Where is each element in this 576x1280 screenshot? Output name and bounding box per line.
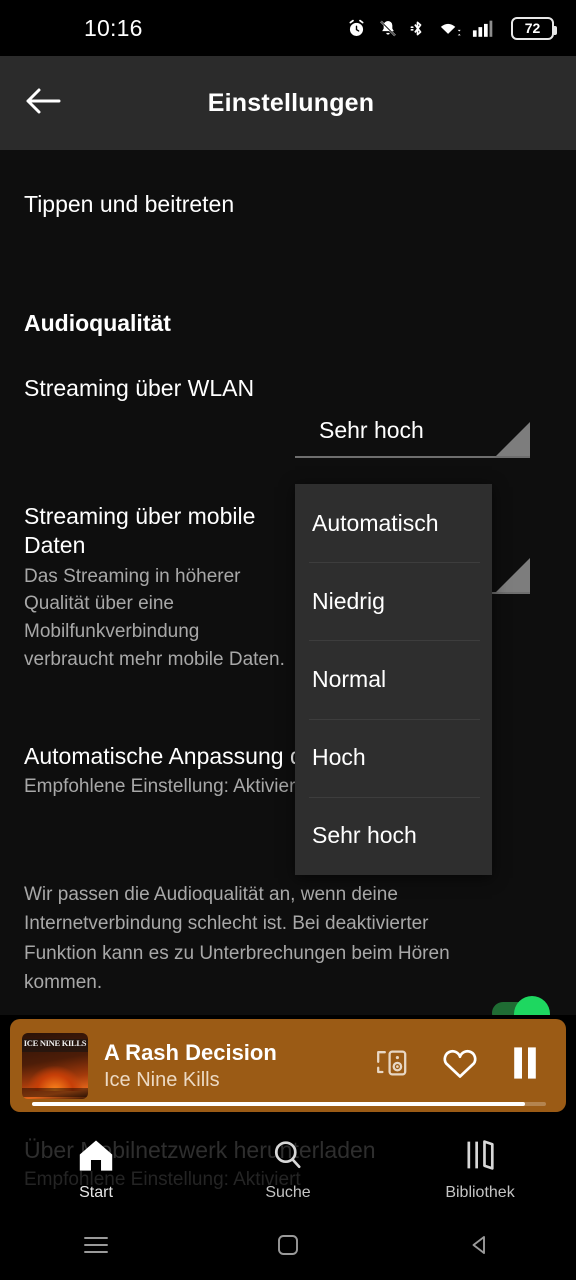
album-art-footer (22, 1087, 88, 1097)
now-playing-bar[interactable]: ICE NINE KILLS A Rash Decision Ice Nine … (10, 1019, 566, 1112)
alarm-icon (346, 18, 367, 39)
pause-icon[interactable] (510, 1045, 540, 1086)
dropdown-option-sehr-hoch[interactable]: Sehr hoch (295, 796, 492, 875)
setting-row-tap-and-join[interactable]: Tippen und beitreten (24, 190, 444, 219)
tab-label: Suche (265, 1184, 311, 1201)
dropdown-option-label: Niedrig (312, 587, 385, 614)
auto-adjust-explanation-text: Wir passen die Audioqualität an, wenn de… (24, 884, 450, 994)
app-bar: Einstellungen (0, 56, 576, 150)
tab-start[interactable]: Start (0, 1138, 192, 1202)
battery-level-text: 72 (524, 20, 541, 36)
tab-label: Bibliothek (445, 1184, 515, 1201)
back-button-system[interactable] (384, 1233, 576, 1262)
tab-label: Start (79, 1184, 113, 1201)
bottom-tab-bar: Start Suche Bibliothek (0, 1125, 576, 1215)
wifi-quality-spinner[interactable]: Sehr hoch (295, 396, 530, 458)
back-triangle-icon (468, 1233, 492, 1262)
heart-icon[interactable] (440, 1045, 480, 1086)
setting-title: Streaming über mobile Daten (24, 503, 256, 559)
connect-device-icon[interactable] (374, 1045, 410, 1086)
auto-adjust-quality-toggle[interactable] (492, 996, 558, 1015)
progress-fill (32, 1102, 526, 1106)
library-icon (461, 1138, 499, 1177)
dropdown-option-normal[interactable]: Normal (295, 640, 492, 718)
home-icon (77, 1138, 115, 1177)
dropdown-option-niedrig[interactable]: Niedrig (295, 562, 492, 640)
setting-description: Das Streaming in höherer Qualität über e… (24, 565, 285, 670)
status-clock: 10:16 (84, 14, 143, 41)
tab-bibliothek[interactable]: Bibliothek (384, 1138, 576, 1202)
back-button[interactable] (0, 56, 86, 150)
dropdown-option-label: Normal (312, 665, 387, 692)
now-playing-progress-bar[interactable] (32, 1102, 546, 1106)
dropdown-option-label: Sehr hoch (312, 822, 417, 849)
setting-row-mobile-streaming[interactable]: Streaming über mobile Daten Das Streamin… (24, 502, 294, 673)
now-playing-text: A Rash Decision Ice Nine Kills (104, 1040, 374, 1092)
bell-muted-icon (378, 18, 398, 39)
spinner-arrow-icon (496, 422, 530, 456)
toggle-thumb (514, 996, 550, 1015)
setting-row-wifi-streaming[interactable]: Streaming über WLAN (24, 374, 274, 403)
spinner-arrow-icon (496, 558, 530, 592)
search-icon (269, 1138, 307, 1177)
now-playing-track-title: A Rash Decision (104, 1039, 277, 1065)
arrow-left-icon (23, 84, 63, 123)
recents-icon (82, 1234, 110, 1261)
status-icons: 72 (346, 16, 557, 40)
setting-title: Tippen und beitreten (24, 191, 235, 217)
setting-title: Streaming über WLAN (24, 375, 255, 401)
dropdown-option-hoch[interactable]: Hoch (295, 718, 492, 797)
wifi-icon (437, 18, 461, 39)
page-title: Einstellungen (207, 88, 375, 117)
album-art: ICE NINE KILLS (22, 1032, 88, 1099)
android-system-nav (0, 1215, 576, 1280)
spinner-value: Sehr hoch (319, 417, 424, 443)
home-square-icon (276, 1233, 300, 1262)
now-playing-actions (374, 1045, 566, 1086)
cellular-signal-icon (472, 18, 496, 39)
status-bar: 10:16 72 (0, 0, 576, 56)
dropdown-option-label: Automatisch (312, 509, 439, 536)
now-playing-artist: Ice Nine Kills (104, 1068, 220, 1091)
album-art-title-text: ICE NINE KILLS (23, 1037, 87, 1048)
quality-dropdown-menu[interactable]: Automatisch Niedrig Normal Hoch Sehr hoc… (295, 484, 492, 875)
home-button[interactable] (192, 1233, 384, 1262)
recents-button[interactable] (0, 1234, 192, 1261)
tab-suche[interactable]: Suche (192, 1138, 384, 1202)
dropdown-option-automatisch[interactable]: Automatisch (295, 484, 492, 562)
bluetooth-icon (409, 18, 426, 39)
dropdown-option-label: Hoch (312, 744, 366, 771)
battery-icon: 72 (511, 16, 557, 40)
section-heading-audio-quality: Audioqualität (24, 310, 171, 336)
